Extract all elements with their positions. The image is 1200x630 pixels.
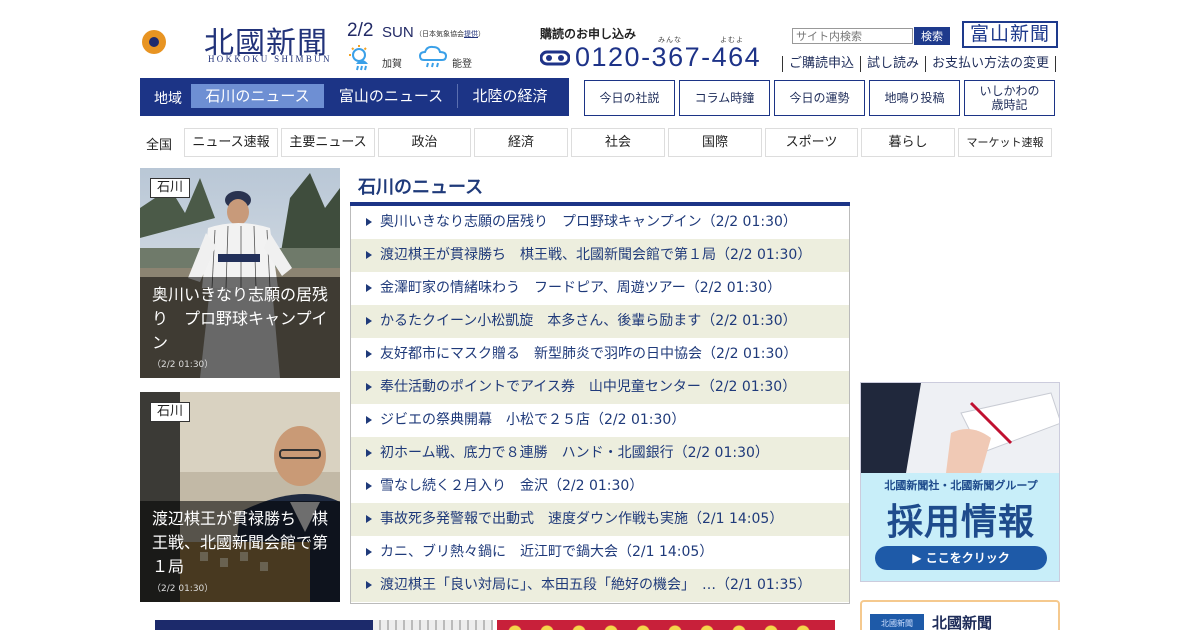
hokkoku-promo-box[interactable]: 北國新聞 北國新聞 bbox=[860, 600, 1060, 630]
sun-rain-icon bbox=[349, 45, 368, 71]
promo-title: 北國新聞 bbox=[932, 614, 993, 630]
recruit-title: 採用情報 bbox=[886, 502, 1035, 543]
bullet-arrow-icon bbox=[366, 350, 372, 358]
cat-lifestyle[interactable]: 暮らし bbox=[861, 128, 955, 157]
subscribe-phone[interactable]: 0120-367-464 bbox=[575, 42, 761, 73]
recruit-banner[interactable]: 北國新聞社・北國新聞グループ 採用情報 ▶ ここをクリック bbox=[860, 382, 1060, 582]
current-date: 2/2 bbox=[347, 20, 374, 41]
bullet-arrow-icon bbox=[366, 548, 372, 556]
cat-economy[interactable]: 経済 bbox=[474, 128, 568, 157]
site-logo[interactable]: 北國新聞 HOKKOKU SHIMBUN bbox=[140, 16, 340, 66]
site-search-input[interactable] bbox=[792, 28, 913, 44]
cat-top-news[interactable]: 主要ニュース bbox=[281, 128, 375, 157]
bullet-arrow-icon bbox=[366, 416, 372, 424]
news-item[interactable]: ジビエの祭典開幕 小松で２５店（2/2 01:30） bbox=[351, 404, 849, 437]
promo-badge: 北國新聞 bbox=[870, 614, 924, 630]
news-item[interactable]: 奉仕活動のポイントでアイス券 山中児童センター（2/2 01:30） bbox=[351, 371, 849, 404]
news-item[interactable]: 金澤町家の情緒味わう フードピア、周遊ツアー（2/2 01:30） bbox=[351, 272, 849, 305]
news-item[interactable]: カニ、ブリ熱々鍋に 近江町で鍋大会（2/1 14:05） bbox=[351, 536, 849, 569]
cat-society[interactable]: 社会 bbox=[571, 128, 665, 157]
news-item[interactable]: 奥川いきなり志願の居残り プロ野球キャンプイン（2/2 01:30） bbox=[351, 206, 849, 239]
region-nav-label: 地域 bbox=[154, 91, 182, 107]
card-date: （2/2 01:30） bbox=[152, 584, 214, 594]
ishikawa-almanac-link[interactable]: いしかわの 歳時記 bbox=[964, 80, 1055, 116]
weather-label-kaga: 加賀 bbox=[382, 59, 402, 70]
cat-sports[interactable]: スポーツ bbox=[765, 128, 858, 157]
card-region-tag: 石川 bbox=[150, 402, 191, 422]
card-title: 奥川いきなり志願の居残り プロ野球キャンプイン bbox=[152, 285, 329, 352]
bullet-arrow-icon bbox=[366, 218, 372, 226]
recruit-subtitle: 北國新聞社・北國新聞グループ bbox=[884, 479, 1038, 492]
cat-politics[interactable]: 政治 bbox=[378, 128, 471, 157]
bullet-arrow-icon bbox=[366, 449, 372, 457]
featured-card-shogi[interactable]: 石川 渡辺棋王が貫禄勝ち 棋王戦、北國新聞会館で第１局 （2/2 01:30） bbox=[140, 392, 340, 602]
category-all-label: 全国 bbox=[146, 138, 173, 153]
card-title: 渡辺棋王が貫禄勝ち 棋王戦、北國新聞会館で第１局 bbox=[152, 509, 329, 576]
cat-international[interactable]: 国際 bbox=[668, 128, 762, 157]
reader-letters-link[interactable]: 地鳴り投稿 bbox=[869, 80, 960, 116]
bullet-arrow-icon bbox=[366, 515, 372, 523]
featured-card-baseball[interactable]: 石川 奥川いきなり志願の居残り プロ野球キャンプイン （2/2 01:30） bbox=[140, 168, 340, 378]
logo-subtitle: HOKKOKU SHIMBUN bbox=[208, 54, 332, 64]
cat-breaking-news[interactable]: ニュース速報 bbox=[184, 128, 278, 157]
region-nav: 地域 石川のニュース 富山のニュース 北陸の経済 bbox=[140, 78, 569, 116]
news-item[interactable]: かるたクイーン小松凱旋 本多さん、後輩ら励ます（2/2 01:30） bbox=[351, 305, 849, 338]
bullet-arrow-icon bbox=[366, 317, 372, 325]
tab-hokuriku-economy[interactable]: 北陸の経済 bbox=[457, 84, 562, 108]
subscribe-title: 購読のお申し込み bbox=[540, 27, 637, 41]
weather-source-link[interactable]: 提供 bbox=[464, 30, 478, 38]
weather-label-noto: 能登 bbox=[452, 59, 472, 70]
trial-link[interactable]: 試し読み bbox=[860, 56, 925, 72]
ad-image-strip bbox=[373, 620, 493, 630]
column-jisho-link[interactable]: コラム時鐘 bbox=[679, 80, 770, 116]
horoscope-link[interactable]: 今日の運勢 bbox=[774, 80, 865, 116]
recruit-photo bbox=[861, 383, 1059, 473]
news-list: 奥川いきなり志願の居残り プロ野球キャンプイン（2/2 01:30） 渡辺棋王が… bbox=[350, 206, 850, 604]
bullet-arrow-icon bbox=[366, 581, 372, 589]
editorial-link[interactable]: 今日の社説 bbox=[584, 80, 675, 116]
utility-links: ご購読申込 試し読み お支払い方法の変更 bbox=[782, 56, 1057, 72]
ad-dots-pattern bbox=[507, 624, 827, 630]
bottom-ad-banner-2[interactable] bbox=[497, 620, 835, 630]
bullet-arrow-icon bbox=[366, 251, 372, 259]
search-button[interactable]: 検索 bbox=[914, 27, 950, 45]
card-caption: 渡辺棋王が貫禄勝ち 棋王戦、北國新聞会館で第１局 （2/2 01:30） bbox=[140, 501, 340, 602]
card-region-tag: 石川 bbox=[150, 178, 191, 198]
bullet-arrow-icon bbox=[366, 284, 372, 292]
news-item[interactable]: 雪なし続く２月入り 金沢（2/2 01:30） bbox=[351, 470, 849, 503]
tab-toyama-news[interactable]: 富山のニュース bbox=[325, 84, 457, 108]
freedial-icon bbox=[540, 50, 570, 66]
card-date: （2/2 01:30） bbox=[152, 360, 214, 370]
news-item[interactable]: 初ホーム戦、底力で８連勝 ハンド・北國銀行（2/2 01:30） bbox=[351, 437, 849, 470]
payment-change-link[interactable]: お支払い方法の変更 bbox=[925, 56, 1057, 72]
subscribe-link[interactable]: ご購読申込 bbox=[782, 56, 860, 72]
hokkoku-logo-icon bbox=[142, 20, 198, 64]
tab-ishikawa-news[interactable]: 石川のニュース bbox=[191, 84, 324, 108]
news-item[interactable]: 事故死多発警報で出動式 速度ダウン作戦も実施（2/1 14:05） bbox=[351, 503, 849, 536]
news-section-heading: 石川のニュース bbox=[358, 177, 484, 198]
cat-market-news[interactable]: マーケット速報 bbox=[958, 128, 1052, 157]
weather-source: （日本気象協会提供） bbox=[415, 30, 485, 38]
bullet-arrow-icon bbox=[366, 482, 372, 490]
news-item[interactable]: 渡辺棋王「良い対局に」、本田五段「絶好の機会」 …（2/1 01:35） bbox=[351, 569, 849, 602]
recruit-click-button[interactable]: ▶ ここをクリック bbox=[875, 546, 1047, 570]
bullet-arrow-icon bbox=[366, 383, 372, 391]
bottom-ad-banner-1[interactable] bbox=[155, 620, 493, 630]
card-caption: 奥川いきなり志願の居残り プロ野球キャンプイン （2/2 01:30） bbox=[140, 277, 340, 378]
news-item[interactable]: 渡辺棋王が貫禄勝ち 棋王戦、北國新聞会館で第１局（2/2 01:30） bbox=[351, 239, 849, 272]
news-item[interactable]: 友好都市にマスク贈る 新型肺炎で羽咋の日中協会（2/2 01:30） bbox=[351, 338, 849, 371]
toyama-shimbun-link[interactable]: 富山新聞 bbox=[962, 21, 1058, 48]
cloud-rain-icon bbox=[418, 45, 448, 68]
current-day: SUN bbox=[382, 24, 414, 41]
